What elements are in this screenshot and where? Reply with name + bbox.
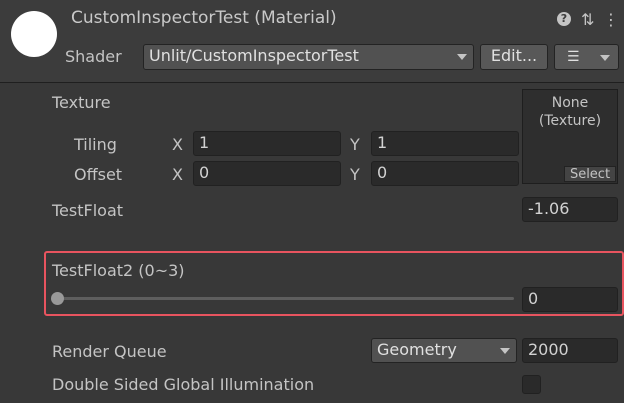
offset-y-label: Y [350, 165, 360, 184]
render-queue-label: Render Queue [52, 342, 167, 361]
offset-x-field[interactable]: 0 [193, 161, 341, 186]
texture-slot-text-2: (Texture) [538, 113, 602, 129]
texture-label: Texture [52, 93, 111, 112]
shader-options-dropdown[interactable]: ☰ [554, 44, 619, 70]
material-preview-thumbnail[interactable] [11, 11, 57, 57]
testfloat2-slider-thumb[interactable] [51, 292, 64, 305]
offset-label: Offset [74, 165, 123, 184]
double-sided-gi-label: Double Sided Global Illumination [52, 375, 315, 394]
testfloat2-field[interactable]: 0 [522, 287, 618, 312]
tiling-x-label: X [172, 135, 183, 154]
texture-select-button[interactable]: Select [564, 166, 616, 182]
offset-y-field[interactable]: 0 [371, 161, 519, 186]
shader-dropdown-value: Unlit/CustomInspectorTest [149, 46, 359, 65]
tiling-label: Tiling [74, 135, 117, 154]
double-sided-gi-checkbox[interactable] [522, 375, 541, 394]
offset-x-label: X [172, 165, 183, 184]
chevron-down-icon [500, 348, 510, 354]
context-menu-icon[interactable]: ⋮ [603, 10, 619, 30]
material-title: CustomInspectorTest (Material) [71, 8, 337, 28]
testfloat2-slider-track[interactable] [58, 297, 514, 300]
shader-label: Shader [65, 47, 122, 66]
chevron-down-icon [600, 55, 610, 61]
tiling-x-field[interactable]: 1 [193, 131, 341, 156]
texture-object-slot[interactable]: None (Texture) Select [522, 89, 618, 184]
texture-slot-text-1: None [551, 95, 589, 111]
testfloat-field[interactable]: -1.06 [522, 197, 618, 222]
edit-shader-button[interactable]: Edit... [480, 44, 548, 70]
render-queue-field[interactable]: 2000 [522, 338, 618, 363]
preset-settings-icon[interactable]: ⇅ [581, 10, 594, 30]
render-queue-dropdown-value: Geometry [377, 340, 457, 359]
render-queue-dropdown[interactable]: Geometry [371, 338, 517, 363]
tiling-y-field[interactable]: 1 [371, 131, 519, 156]
testfloat-label: TestFloat [52, 201, 124, 220]
help-icon[interactable]: ? [557, 12, 571, 26]
testfloat2-label: TestFloat2 (0~3) [52, 261, 185, 280]
chevron-down-icon [457, 54, 467, 60]
tiling-y-label: Y [350, 135, 360, 154]
shader-dropdown[interactable]: Unlit/CustomInspectorTest [143, 44, 474, 70]
texture-slot-none: None (Texture) [523, 94, 617, 130]
list-icon: ☰ [567, 49, 580, 65]
